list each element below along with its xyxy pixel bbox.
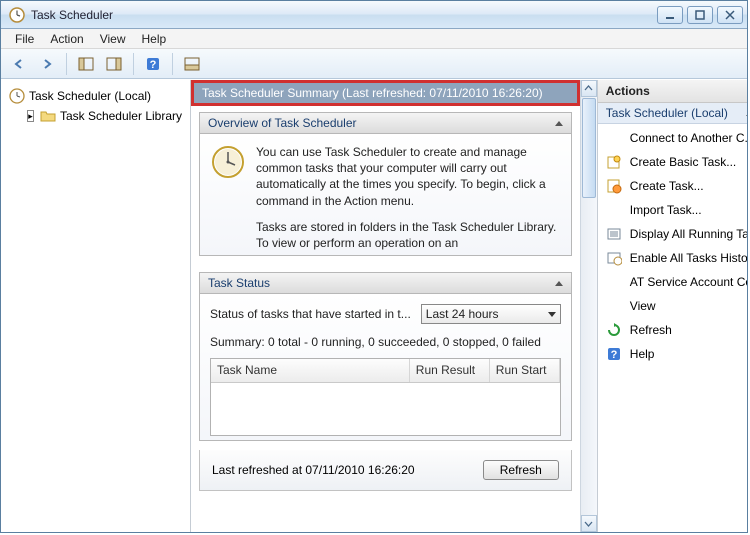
status-summary: Summary: 0 total - 0 running, 0 succeede… (210, 334, 561, 350)
col-run-result[interactable]: Run Result (410, 359, 490, 381)
main-area: Task Scheduler (Local) ▸ Task Scheduler … (1, 79, 747, 532)
tree-root-label: Task Scheduler (Local) (29, 89, 151, 103)
menu-view[interactable]: View (92, 30, 134, 48)
toolbar: ? (1, 49, 747, 79)
list-icon (606, 226, 622, 242)
action-connect[interactable]: Connect to Another C... (598, 126, 747, 150)
toolbar-separator (172, 53, 173, 75)
last-refreshed-text: Last refreshed at 07/11/2010 16:26:20 (212, 463, 415, 477)
title-bar: Task Scheduler (1, 1, 747, 29)
action-help[interactable]: ? Help (598, 342, 747, 366)
status-panel: Task Status Status of tasks that have st… (199, 272, 572, 440)
expand-icon[interactable]: ▸ (27, 110, 34, 122)
task-table-body (211, 383, 560, 435)
overview-title: Overview of Task Scheduler (208, 116, 357, 130)
task-table: Task Name Run Result Run Start (210, 358, 561, 435)
back-button[interactable] (7, 52, 31, 76)
wizard-icon (606, 154, 622, 170)
overview-para2: Tasks are stored in folders in the Task … (256, 219, 561, 251)
task-icon (606, 178, 622, 194)
col-run-start[interactable]: Run Start (490, 359, 560, 381)
overview-panel: Overview of Task Scheduler You can use T… (199, 112, 572, 256)
blank-icon (606, 274, 622, 290)
status-period-dropdown[interactable]: Last 24 hours (421, 304, 561, 324)
menu-file[interactable]: File (7, 30, 42, 48)
action-display-running[interactable]: Display All Running Ta... (598, 222, 747, 246)
actions-section-label: Task Scheduler (Local) (606, 106, 728, 120)
vertical-scrollbar[interactable] (580, 80, 597, 532)
action-refresh[interactable]: Refresh (598, 318, 747, 342)
menu-bar: File Action View Help (1, 29, 747, 49)
actions-pane: Actions Task Scheduler (Local) Connect t… (597, 80, 747, 532)
scroll-down-button[interactable] (581, 515, 597, 532)
chevron-up-icon (555, 121, 563, 126)
overview-para1: You can use Task Scheduler to create and… (256, 144, 561, 209)
status-label: Status of tasks that have started in t..… (210, 306, 411, 322)
blank-icon (606, 202, 622, 218)
actions-section[interactable]: Task Scheduler (Local) (598, 103, 747, 124)
action-enable-history[interactable]: Enable All Tasks History (598, 246, 747, 270)
clock-icon (9, 88, 25, 104)
menu-action[interactable]: Action (42, 30, 91, 48)
folder-icon (40, 108, 56, 124)
tree-pane: Task Scheduler (Local) ▸ Task Scheduler … (1, 80, 191, 532)
action-at-service[interactable]: AT Service Account Co... (598, 270, 747, 294)
tree-root[interactable]: Task Scheduler (Local) (5, 86, 186, 106)
toolbar-help-button[interactable]: ? (141, 52, 165, 76)
overview-header[interactable]: Overview of Task Scheduler (199, 112, 572, 134)
history-icon (606, 250, 622, 266)
blank-icon (606, 298, 622, 314)
help-icon: ? (606, 346, 622, 362)
window-title: Task Scheduler (9, 7, 657, 23)
app-window: Task Scheduler File Action View Help ? T… (0, 0, 748, 533)
action-create-basic-task[interactable]: Create Basic Task... (598, 150, 747, 174)
window-title-text: Task Scheduler (31, 8, 113, 22)
action-create-task[interactable]: Create Task... (598, 174, 747, 198)
footer-row: Last refreshed at 07/11/2010 16:26:20 Re… (199, 450, 572, 491)
dropdown-value: Last 24 hours (426, 306, 499, 322)
clock-icon (210, 144, 246, 180)
col-task-name[interactable]: Task Name (211, 359, 410, 381)
scroll-thumb[interactable] (582, 98, 596, 198)
status-header[interactable]: Task Status (199, 272, 572, 294)
action-import-task[interactable]: Import Task... (598, 198, 747, 222)
forward-button[interactable] (35, 52, 59, 76)
blank-icon (606, 130, 622, 146)
center-pane: Task Scheduler Summary (Last refreshed: … (191, 80, 597, 532)
toolbar-separator (133, 53, 134, 75)
minimize-button[interactable] (657, 6, 683, 24)
action-view[interactable]: View (598, 294, 747, 318)
chevron-up-icon (555, 281, 563, 286)
toolbar-icon-panes1[interactable] (74, 52, 98, 76)
chevron-down-icon (548, 312, 556, 317)
tree-library[interactable]: ▸ Task Scheduler Library (23, 106, 186, 126)
tree-library-label: Task Scheduler Library (60, 109, 182, 123)
svg-text:?: ? (610, 349, 617, 361)
menu-help[interactable]: Help (134, 30, 175, 48)
svg-text:?: ? (150, 59, 157, 71)
maximize-button[interactable] (687, 6, 713, 24)
scroll-up-button[interactable] (581, 80, 597, 97)
toolbar-icon-panes3[interactable] (180, 52, 204, 76)
status-title: Task Status (208, 276, 270, 290)
refresh-button[interactable]: Refresh (483, 460, 559, 480)
app-icon (9, 7, 25, 23)
close-button[interactable] (717, 6, 743, 24)
toolbar-separator (66, 53, 67, 75)
actions-header: Actions (598, 80, 747, 103)
chevron-up-icon (746, 111, 747, 116)
refresh-icon (606, 322, 622, 338)
summary-bar: Task Scheduler Summary (Last refreshed: … (191, 80, 580, 106)
toolbar-icon-panes2[interactable] (102, 52, 126, 76)
